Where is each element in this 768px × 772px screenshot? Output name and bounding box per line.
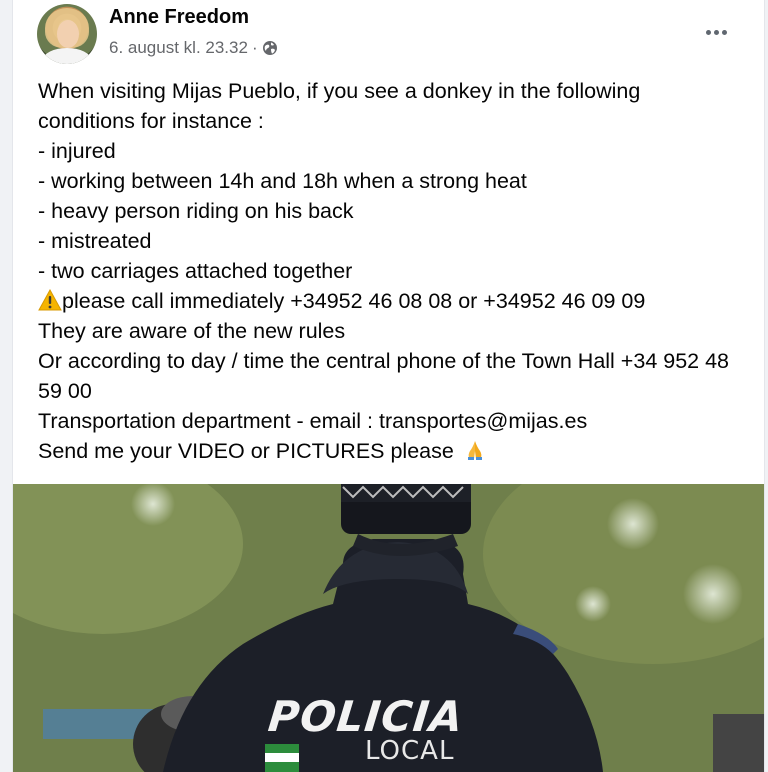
- more-dot: [713, 29, 719, 35]
- post-line: - mistreated: [38, 229, 152, 253]
- author-name[interactable]: Anne Freedom: [109, 6, 249, 29]
- more-dot: [721, 29, 727, 35]
- post-line: - heavy person riding on his back: [38, 199, 354, 223]
- post-meta: 6. august kl. 23.32 ·: [109, 38, 278, 58]
- post-line: conditions for instance :: [38, 109, 264, 133]
- jacket-police-text: POLICIA: [266, 692, 466, 741]
- post-line-email: Transportation department - email : tran…: [38, 409, 588, 433]
- post-message: When visiting Mijas Pueblo, if you see a…: [38, 76, 748, 466]
- request-text: Send me your VIDEO or PICTURES please: [38, 439, 454, 463]
- post-line: Or according to day / time the central p…: [38, 349, 730, 403]
- meta-separator: ·: [251, 38, 258, 57]
- post-line: When visiting Mijas Pueblo, if you see a…: [38, 79, 641, 103]
- post-line-phone: please call immediately +34952 46 08 08 …: [38, 286, 748, 316]
- avatar-shoulders: [43, 48, 91, 64]
- post-line: - working between 14h and 18h when a str…: [38, 169, 527, 193]
- more-dot: [705, 29, 711, 35]
- post-line-request: Send me your VIDEO or PICTURES please: [38, 436, 748, 466]
- warning-icon: [38, 288, 62, 311]
- post-line: They are aware of the new rules: [38, 319, 346, 343]
- jacket-local-text: LOCAL: [365, 736, 455, 766]
- avatar-face: [57, 20, 79, 48]
- post-line: - injured: [38, 139, 116, 163]
- post-card: Anne Freedom 6. august kl. 23.32 · When …: [12, 0, 765, 772]
- globe-icon[interactable]: [262, 40, 278, 56]
- post-photo[interactable]: POLICIA LOCAL: [13, 484, 764, 772]
- avatar[interactable]: [37, 4, 97, 64]
- post-timestamp[interactable]: 6. august kl. 23.32: [109, 38, 248, 58]
- folded-hands-icon: [464, 439, 486, 461]
- more-options-button[interactable]: [698, 18, 734, 46]
- post-line: - two carriages attached together: [38, 259, 353, 283]
- phone-text: please call immediately +34952 46 08 08 …: [62, 289, 646, 313]
- post-header: Anne Freedom 6. august kl. 23.32 ·: [13, 0, 764, 72]
